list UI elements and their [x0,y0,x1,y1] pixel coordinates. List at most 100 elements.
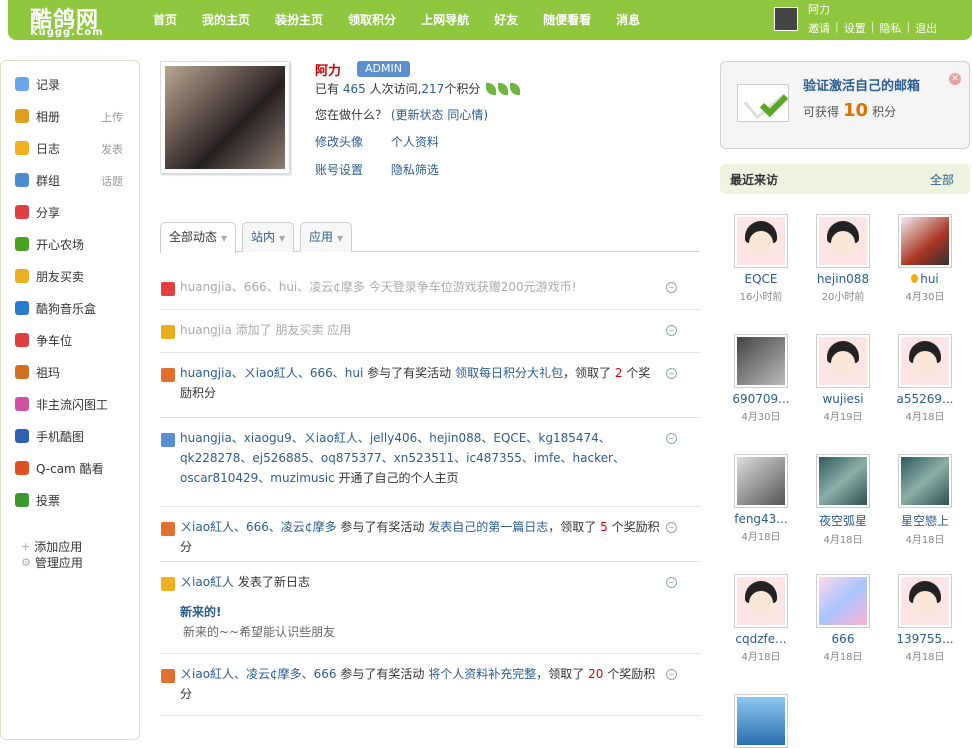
visitor-name[interactable]: feng43... [734,512,788,526]
account-link[interactable]: 退出 [915,20,937,36]
visitor-name[interactable]: hui [920,272,939,286]
visitor-name[interactable]: 夜空弧星 [819,514,867,528]
update-status-link[interactable]: (更新状态 [391,108,444,122]
nav-item[interactable]: 我的主页 [202,0,250,40]
sidebar-item[interactable]: 争车位 [15,330,72,350]
sidebar-item[interactable]: Q-cam 酷看 [15,458,104,478]
visitor-name[interactable]: 690709... [732,392,789,406]
privacy-filter-link[interactable]: 隐私筛选 [391,163,439,177]
visitor-name[interactable]: 139755... [896,632,953,646]
visitor-name[interactable]: a55269... [897,392,954,406]
visitor-avatar[interactable] [734,214,788,268]
profile-avatar[interactable] [160,61,290,174]
tab-all-activity[interactable]: 全部动态 ▼ [160,222,237,253]
visitor-card[interactable]: EQCE 16小时前 [720,214,802,303]
feed-users[interactable]: huangjia [180,323,232,337]
visitor-avatar[interactable] [898,334,952,388]
activity-link[interactable]: 领取每日积分大礼包 [455,366,563,380]
feed-users[interactable]: ㄨiao紅人 [180,575,234,589]
account-link[interactable]: 邀请 [808,20,830,36]
sidebar-item-action[interactable]: 话题 [101,173,123,189]
collapse-icon[interactable]: − [666,325,677,336]
visitor-avatar[interactable] [734,334,788,388]
sidebar-item[interactable]: 相册 [15,106,60,126]
visitor-avatar[interactable] [816,454,870,508]
visitor-card[interactable]: 星空戀上 4月18日 [884,454,966,546]
activity-link[interactable]: 将个人资料补充完整 [428,667,536,681]
nav-item[interactable]: 领取积分 [348,0,396,40]
nav-item[interactable]: 消息 [616,0,640,40]
visitor-avatar[interactable] [898,454,952,508]
visitor-name[interactable]: EQCE [745,272,778,286]
visitor-card[interactable]: feng43... 4月18日 [720,454,802,543]
visitor-avatar[interactable] [898,574,952,628]
visitor-avatar[interactable] [734,694,788,748]
collapse-icon[interactable]: − [666,669,677,680]
feed-users[interactable]: huangjia、ㄨiao紅人、666、hui [180,366,363,380]
collapse-icon[interactable]: − [666,368,677,379]
visitor-card[interactable]: hejin088 20小时前 [802,214,884,303]
sidebar-item[interactable]: 群组 [15,170,60,190]
nav-item[interactable]: 好友 [494,0,518,40]
feed-users[interactable]: huangjia、666、hui、凌云¢摩多 [180,280,365,294]
add-app-link[interactable]: + 添加应用 [21,538,82,555]
sidebar-item[interactable]: 手机酷图 [15,426,84,446]
account-link[interactable]: 设置 [844,20,866,36]
user-name[interactable]: 阿力 [808,1,830,17]
nav-item[interactable]: 首页 [153,0,177,40]
user-avatar[interactable] [774,7,798,31]
visitor-name[interactable]: 星空戀上 [901,514,949,528]
visitor-avatar[interactable] [734,574,788,628]
account-link[interactable]: 隐私 [879,20,901,36]
visitor-card[interactable]: cqdzfe... 4月18日 [720,574,802,663]
visitor-avatar[interactable] [898,214,952,268]
visitor-card[interactable]: hui 4月30日 [884,214,966,303]
sidebar-item[interactable]: 朋友买卖 [15,266,84,286]
visitor-card[interactable]: 夜空弧星 4月18日 [802,454,884,546]
sidebar-item[interactable]: 非主流闪图工 [15,394,108,414]
post-title[interactable]: 新来的! [180,602,660,622]
visitor-name[interactable]: 666 [832,632,855,646]
visitor-card[interactable]: 666 4月18日 [802,574,884,663]
tab-apps[interactable]: 应用 ▼ [300,222,353,252]
tab-site[interactable]: 站内 ▼ [242,222,295,252]
activity-link[interactable]: 发表自己的第一篇日志 [428,520,548,534]
sidebar-item[interactable]: 祖玛 [15,362,60,382]
close-icon[interactable]: ✕ [949,73,961,85]
feed-users[interactable]: ㄨiao紅人、凌云¢摩多、666 [180,667,337,681]
sidebar-item-action[interactable]: 上传 [101,109,123,125]
visitor-card[interactable]: 139755... 4月18日 [884,574,966,663]
sidebar-item[interactable]: 记录 [15,74,60,94]
visitor-name[interactable]: cqdzfe... [735,632,786,646]
visitor-card[interactable] [720,694,802,748]
sidebar-item[interactable]: 开心农场 [15,234,84,254]
nav-item[interactable]: 随便看看 [543,0,591,40]
manage-app-link[interactable]: ⚙ 管理应用 [21,554,83,571]
account-settings-link[interactable]: 账号设置 [315,163,363,177]
visitor-avatar[interactable] [816,574,870,628]
visitor-card[interactable]: a55269... 4月18日 [884,334,966,423]
visitor-avatar[interactable] [734,454,788,508]
visitor-card[interactable]: wujiesi 4月19日 [802,334,884,423]
nav-item[interactable]: 装扮主页 [275,0,323,40]
collapse-icon[interactable]: − [666,522,677,533]
feed-users[interactable]: ㄨiao紅人、666、凌云¢摩多 [180,520,337,534]
verify-title[interactable]: 验证激活自己的邮箱 [803,75,920,94]
mood-link[interactable]: 同心情) [447,108,488,122]
sidebar-item[interactable]: 酷狗音乐盒 [15,298,96,318]
sidebar-item[interactable]: 投票 [15,490,60,510]
visitor-name[interactable]: wujiesi [822,392,863,406]
visitor-avatar[interactable] [816,214,870,268]
nav-item[interactable]: 上网导航 [421,0,469,40]
collapse-icon[interactable]: − [666,282,677,293]
sidebar-item[interactable]: 日志 [15,138,60,158]
sidebar-item-action[interactable]: 发表 [101,141,123,157]
view-all-link[interactable]: 全部 [930,171,954,188]
sidebar-item[interactable]: 分享 [15,202,60,222]
profile-name[interactable]: 阿力 [315,60,341,79]
visitor-avatar[interactable] [816,334,870,388]
visitor-name[interactable]: hejin088 [817,272,869,286]
edit-avatar-link[interactable]: 修改头像 [315,135,363,149]
profile-info-link[interactable]: 个人资料 [391,135,439,149]
collapse-icon[interactable]: − [666,577,677,588]
